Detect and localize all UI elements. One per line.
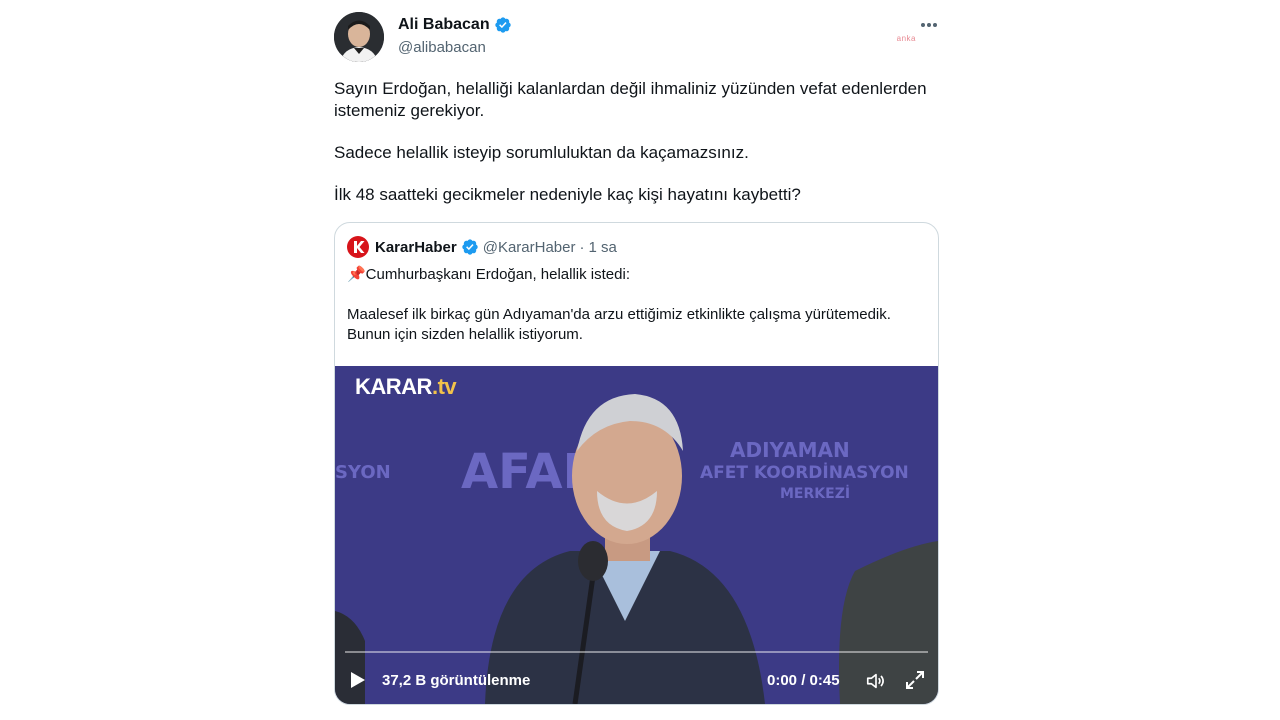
play-icon[interactable] bbox=[347, 670, 367, 690]
tweet-paragraph: Sayın Erdoğan, helalliği kalanlardan değ… bbox=[334, 79, 927, 120]
video-timecode: 0:00 / 0:45 bbox=[767, 672, 840, 689]
quoted-author-name[interactable]: KararHaber bbox=[375, 239, 457, 256]
quoted-author-handle[interactable]: @KararHaber bbox=[483, 239, 576, 256]
volume-icon[interactable] bbox=[865, 670, 887, 692]
watermark: anka bbox=[896, 34, 916, 43]
more-options-icon[interactable] bbox=[918, 14, 940, 36]
avatar-photo bbox=[334, 12, 384, 62]
quoted-tweet[interactable]: KararHaber @KararHaber · 1 sa 📌Cumhurbaş… bbox=[334, 222, 939, 705]
author-handle[interactable]: @alibabacan bbox=[398, 39, 486, 56]
quoted-paragraph: 📌Cumhurbaşkanı Erdoğan, helallik istedi: bbox=[347, 266, 630, 283]
avatar[interactable] bbox=[334, 12, 384, 62]
view-count: 37,2 B görüntülenme bbox=[382, 672, 531, 689]
video-controls: 37,2 B görüntülenme 0:00 / 0:45 bbox=[335, 666, 938, 696]
video-progress-bar[interactable] bbox=[345, 651, 928, 653]
tweet-paragraph: İlk 48 saatteki gecikmeler nedeniyle kaç… bbox=[334, 185, 801, 204]
quoted-tweet-text: 📌Cumhurbaşkanı Erdoğan, helallik istedi:… bbox=[347, 265, 927, 345]
tweet-paragraph: Sadece helallik isteyip sorumluluktan da… bbox=[334, 143, 749, 162]
video-player[interactable]: AFAD ADIYAMAN AFET KOORDİNASYON MERKEZİ … bbox=[335, 366, 938, 704]
verified-badge-icon bbox=[494, 17, 511, 33]
verified-badge-icon bbox=[462, 239, 478, 255]
quoted-tweet-header: KararHaber @KararHaber · 1 sa bbox=[347, 236, 617, 258]
quoted-paragraph: Maalesef ilk birkaç gün Adıyaman'da arzu… bbox=[347, 306, 891, 343]
author-name-row: Ali Babacan bbox=[398, 16, 512, 34]
kararhaber-avatar-icon[interactable] bbox=[347, 236, 369, 258]
video-brand-logo: KARAR.tv bbox=[355, 374, 457, 400]
separator-dot: · bbox=[579, 238, 585, 256]
fullscreen-icon[interactable] bbox=[905, 670, 925, 690]
speaker-figure bbox=[335, 394, 938, 704]
brand-suffix: .tv bbox=[431, 374, 457, 399]
author-name[interactable]: Ali Babacan bbox=[398, 16, 490, 34]
tweet-text: Sayın Erdoğan, helalliği kalanlardan değ… bbox=[334, 78, 934, 206]
quoted-timestamp[interactable]: 1 sa bbox=[588, 239, 616, 256]
brand-main: KARAR bbox=[355, 374, 432, 399]
